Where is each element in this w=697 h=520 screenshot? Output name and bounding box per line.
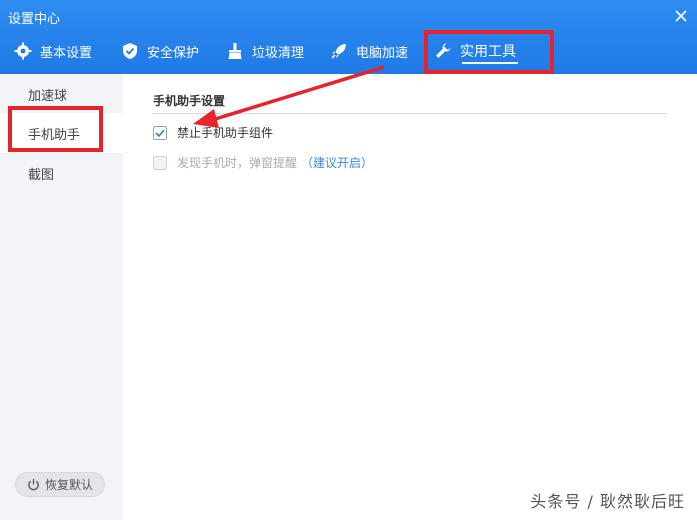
restore-defaults-label: 恢复默认 [44, 478, 93, 492]
broom-icon [226, 42, 244, 60]
option-disable-phone-assistant[interactable]: 禁止手机助手组件 [153, 124, 273, 141]
rocket-icon [330, 42, 348, 60]
restore-defaults-button[interactable]: 恢复默认 [15, 472, 105, 497]
option-label: 禁止手机助手组件 [177, 126, 274, 140]
tab-security[interactable]: 安全保护 [121, 36, 199, 66]
tab-basic-settings[interactable]: 基本设置 [14, 36, 92, 66]
checkmark-icon [155, 128, 165, 137]
sidebar-item-label: 加速球 [28, 88, 68, 104]
title-bar: 设置中心 基本设置 安全保护 垃圾清理 电脑加速 实用工具 [0, 0, 697, 74]
close-button[interactable] [673, 8, 689, 24]
sidebar-item-screenshot[interactable]: 截图 [0, 153, 123, 193]
close-icon [675, 10, 687, 22]
highlight-box-utilities [424, 30, 554, 74]
power-icon [28, 478, 39, 491]
tab-label: 安全保护 [147, 45, 200, 61]
tab-label: 基本设置 [40, 45, 93, 61]
option-phone-popup-alert: 发现手机时，弹窗提醒 （建议开启） [153, 154, 373, 171]
recommend-link[interactable]: （建议开启） [301, 154, 373, 171]
tab-speed-up[interactable]: 电脑加速 [330, 36, 408, 66]
tab-label: 电脑加速 [356, 45, 409, 61]
shield-icon [121, 42, 139, 60]
section-title: 手机助手设置 [153, 94, 226, 108]
checkbox-unchecked [153, 155, 167, 170]
checkbox-checked[interactable] [153, 125, 167, 140]
window-title: 设置中心 [8, 12, 61, 27]
tab-label: 垃圾清理 [252, 45, 305, 61]
tab-junk-cleanup[interactable]: 垃圾清理 [226, 36, 304, 66]
option-label: 发现手机时，弹窗提醒 [177, 156, 298, 170]
highlight-box-phone-assistant [8, 106, 103, 152]
gear-icon [14, 42, 32, 60]
section-divider [153, 113, 667, 114]
watermark: 头条号 / 耿然耿后旺 [530, 492, 685, 511]
sidebar-item-label: 截图 [28, 167, 55, 183]
